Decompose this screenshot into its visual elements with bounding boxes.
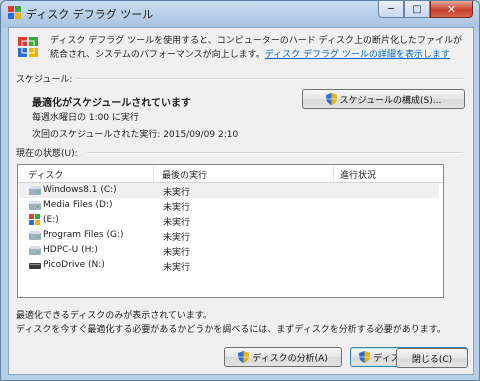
disk-last-run: 未実行 (163, 233, 191, 243)
title-bar[interactable]: ディスク デフラグ ツール ─ □ ✕ (1, 1, 479, 25)
uac-shield-icon (359, 351, 371, 363)
close-button-label: 閉じる(C) (411, 354, 453, 365)
status-divider (87, 152, 463, 154)
client-area: ディスク デフラグ ツールを使用すると、コンピューターのハード ディスク上の断片… (8, 27, 474, 375)
defrag-header-icon (18, 37, 38, 57)
usb-drive-icon (29, 263, 41, 269)
uac-shield-icon (325, 93, 337, 105)
disk-row[interactable]: Media Files (D:) 未実行 (19, 198, 439, 213)
hard-drive-icon (29, 186, 41, 195)
disk-last-run: 未実行 (163, 218, 191, 228)
column-divider (333, 165, 334, 182)
disk-name: Windows8.1 (C:) (43, 185, 117, 195)
close-window-button[interactable]: ✕ (430, 1, 473, 18)
maximize-icon: □ (412, 3, 422, 15)
disk-list-header: ディスク 最後の実行 進行状況 (18, 165, 443, 183)
disk-row[interactable]: Windows8.1 (C:) 未実行 (19, 183, 439, 198)
disk-row[interactable]: (E:) 未実行 (19, 213, 439, 228)
schedule-divider (77, 78, 463, 80)
footer-note: ディスクを今すぐ最適化する必要があるかどうかを調べるには、まずディスクを分析する… (16, 325, 446, 335)
windows-drive-icon (29, 214, 40, 225)
column-progress[interactable]: 進行状況 (340, 168, 376, 181)
disk-name: PicoDrive (N:) (43, 260, 105, 270)
footer-note: 最適化できるディスクのみが表示されています。 (16, 311, 213, 321)
disk-name: Program Files (G:) (43, 230, 124, 240)
schedule-section-label: スケジュール: (16, 75, 73, 85)
analyze-disk-button[interactable]: ディスクの分析(A) (224, 347, 342, 367)
disk-name: (E:) (43, 215, 59, 225)
disk-row[interactable]: HDPC-U (H:) 未実行 (19, 243, 439, 258)
close-icon: ✕ (446, 2, 457, 16)
intro-description: ディスク デフラグ ツールを使用すると、コンピューターのハード ディスク上の断片… (50, 34, 465, 62)
defrag-window: ディスク デフラグ ツール ─ □ ✕ ディスク デフラグ ツールを使用すると、… (0, 0, 480, 381)
schedule-frequency: 毎週水曜日の 1:00 に実行 (32, 113, 139, 123)
column-disk[interactable]: ディスク (28, 168, 63, 181)
details-link[interactable]: ディスク デフラグ ツールの詳細を表示します (265, 50, 450, 60)
minimize-icon: ─ (387, 3, 395, 15)
hard-drive-icon (29, 201, 41, 210)
defrag-app-icon (8, 6, 21, 19)
hard-drive-icon (29, 231, 41, 240)
disk-row[interactable]: PicoDrive (N:) 未実行 (19, 258, 439, 273)
analyze-disk-label: ディスクの分析(A) (252, 353, 328, 364)
uac-shield-icon (238, 351, 250, 363)
disk-row[interactable]: Program Files (G:) 未実行 (19, 228, 439, 243)
column-last-run[interactable]: 最後の実行 (162, 168, 207, 181)
schedule-status: 最適化がスケジュールされています (32, 98, 191, 109)
maximize-button[interactable]: □ (404, 1, 430, 18)
disk-last-run: 未実行 (163, 263, 191, 273)
disk-last-run: 未実行 (163, 248, 191, 258)
disk-last-run: 未実行 (163, 188, 191, 198)
disk-last-run: 未実行 (163, 203, 191, 213)
minimize-button[interactable]: ─ (378, 1, 404, 18)
hard-drive-icon (29, 246, 41, 255)
disk-list[interactable]: ディスク 最後の実行 進行状況 Windows8.1 (C:) 未実行 Medi… (17, 164, 444, 298)
window-title: ディスク デフラグ ツール (26, 8, 154, 21)
close-button[interactable]: 閉じる(C) (396, 348, 468, 368)
configure-schedule-button[interactable]: スケジュールの構成(S)... (302, 89, 465, 109)
schedule-next-run: 次回のスケジュールされた実行: 2015/09/09 2:10 (32, 130, 239, 140)
footer-notes: 最適化できるディスクのみが表示されています。 ディスクを今すぐ最適化する必要があ… (16, 309, 446, 337)
disk-name: HDPC-U (H:) (43, 245, 98, 255)
configure-schedule-label: スケジュールの構成(S)... (339, 95, 442, 106)
column-divider (153, 165, 154, 182)
current-status-label: 現在の状態(U): (16, 149, 78, 159)
disk-name: Media Files (D:) (43, 200, 113, 210)
